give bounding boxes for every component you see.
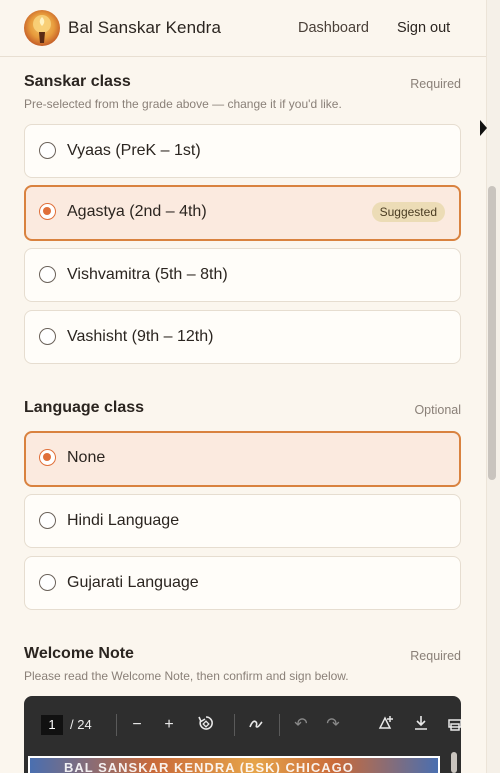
page-scrollbar-thumb[interactable] xyxy=(488,186,496,480)
language-option-gujarati[interactable]: Gujarati Language xyxy=(24,556,461,610)
sanskar-option-vishvamitra[interactable]: Vishvamitra (5th – 8th) xyxy=(24,248,461,302)
radio-button[interactable] xyxy=(39,574,56,591)
language-option-hindi[interactable]: Hindi Language xyxy=(24,494,461,548)
mouse-cursor-icon xyxy=(480,120,487,136)
add-text-icon[interactable] xyxy=(375,714,397,736)
pdf-scrollbar-thumb[interactable] xyxy=(451,752,457,773)
rotate-icon[interactable] xyxy=(195,714,217,736)
pdf-page-heading: BAL SANSKAR KENDRA (BSK) CHICAGO xyxy=(64,760,354,773)
nav-dashboard-link[interactable]: Dashboard xyxy=(298,20,369,36)
pdf-viewer[interactable]: 1 / 24 − + ↶ ↷ BAL SANSKAR KENDRA (BSK) … xyxy=(24,696,461,773)
suggested-badge: Suggested xyxy=(371,202,445,222)
sanskar-option-vyaas[interactable]: Vyaas (PreK – 1st) xyxy=(24,124,461,178)
language-class-title: Language class xyxy=(24,399,145,416)
brand-logo[interactable] xyxy=(24,10,60,46)
sanskar-required-tag: Required xyxy=(410,77,461,91)
language-optional-tag: Optional xyxy=(414,403,461,417)
radio-button[interactable] xyxy=(39,328,56,345)
welcome-note-title: Welcome Note xyxy=(24,645,134,662)
toolbar-divider xyxy=(279,714,280,736)
radio-button-selected[interactable] xyxy=(39,203,56,220)
radio-button[interactable] xyxy=(39,266,56,283)
sanskar-option-vashisht[interactable]: Vashisht (9th – 12th) xyxy=(24,310,461,364)
pdf-page-input[interactable]: 1 xyxy=(41,715,63,735)
language-option-none[interactable]: None xyxy=(24,431,461,487)
option-label: Gujarati Language xyxy=(67,574,199,591)
zoom-in-icon[interactable]: + xyxy=(158,714,180,736)
undo-icon[interactable]: ↶ xyxy=(290,714,312,736)
sanskar-class-title: Sanskar class xyxy=(24,73,131,90)
option-label: Vashisht (9th – 12th) xyxy=(67,328,214,345)
nav-signout-link[interactable]: Sign out xyxy=(397,20,450,36)
option-label: None xyxy=(67,449,106,466)
option-label: Vyaas (PreK – 1st) xyxy=(67,142,201,159)
redo-icon[interactable]: ↷ xyxy=(322,714,344,736)
option-label: Vishvamitra (5th – 8th) xyxy=(67,266,228,283)
draw-icon[interactable] xyxy=(245,714,267,736)
brand-name[interactable]: Bal Sanskar Kendra xyxy=(68,18,221,38)
zoom-out-icon[interactable]: − xyxy=(126,714,148,736)
toolbar-divider xyxy=(234,714,235,736)
radio-button[interactable] xyxy=(39,142,56,159)
option-label: Hindi Language xyxy=(67,512,180,529)
sanskar-class-subtitle: Pre-selected from the grade above — chan… xyxy=(24,97,342,111)
radio-button[interactable] xyxy=(39,512,56,529)
welcome-note-subtitle: Please read the Welcome Note, then confi… xyxy=(24,669,349,683)
app-header: Bal Sanskar Kendra Dashboard Sign out xyxy=(0,0,486,57)
radio-button-selected[interactable] xyxy=(39,449,56,466)
sanskar-option-agastya[interactable]: Agastya (2nd – 4th) Suggested xyxy=(24,185,461,241)
welcome-required-tag: Required xyxy=(410,649,461,663)
download-icon[interactable] xyxy=(410,714,432,736)
toolbar-divider xyxy=(116,714,117,736)
option-label: Agastya (2nd – 4th) xyxy=(67,203,207,220)
print-icon[interactable] xyxy=(444,714,461,736)
pdf-page-total: / 24 xyxy=(70,717,92,732)
